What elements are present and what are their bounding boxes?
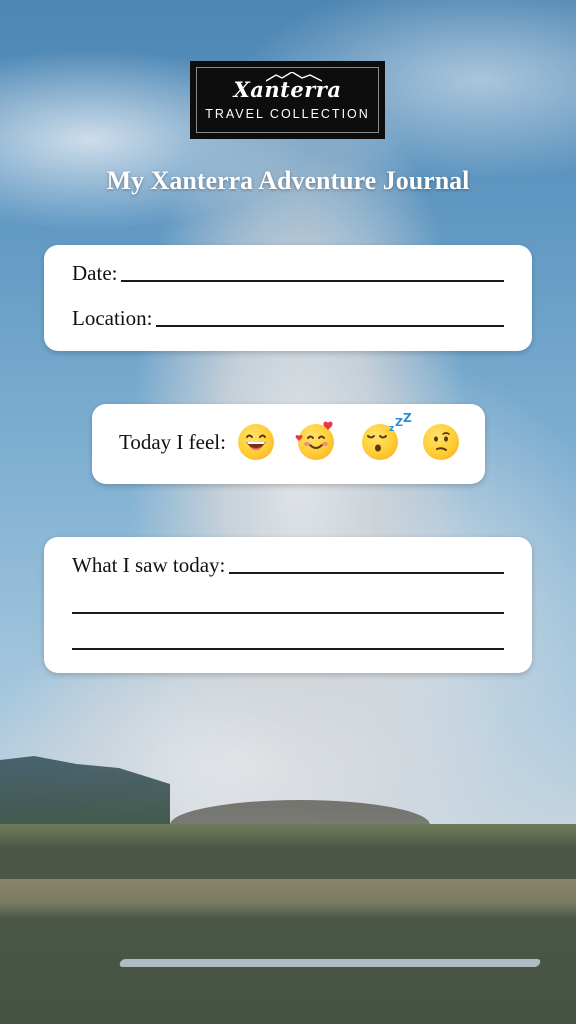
observation-card: What I saw today:: [44, 537, 532, 673]
observation-label: What I saw today:: [72, 553, 226, 577]
smiling-face-with-hearts-icon[interactable]: [295, 421, 334, 460]
info-card: Date: Location:: [44, 245, 532, 351]
mood-card: Today I feel: z Z Z: [92, 404, 485, 484]
location-input-line[interactable]: [156, 325, 504, 327]
location-field[interactable]: Location:: [72, 306, 504, 331]
logo-tagline: TRAVEL COLLECTION: [205, 107, 370, 121]
mountain-icon: [265, 72, 322, 82]
logo-frame: Xanterra TRAVEL COLLECTION: [196, 67, 379, 133]
svg-text:z: z: [389, 424, 394, 434]
background-meadow: [0, 824, 576, 1024]
observation-field[interactable]: What I saw today:: [72, 553, 504, 578]
logo-wordmark: Xanterra: [234, 72, 342, 101]
date-input-line[interactable]: [121, 280, 504, 282]
sleeping-face-icon[interactable]: z Z Z: [362, 412, 412, 460]
date-field[interactable]: Date:: [72, 261, 504, 286]
location-label: Location:: [72, 306, 153, 330]
observation-input-line-1[interactable]: [229, 572, 504, 574]
svg-text:Z: Z: [403, 412, 412, 425]
page-title: My Xanterra Adventure Journal: [106, 166, 470, 195]
date-label: Date:: [72, 261, 118, 285]
mood-label: Today I feel:: [119, 430, 226, 454]
observation-input-line-3[interactable]: [72, 648, 504, 650]
laughing-face-icon[interactable]: [238, 424, 274, 460]
observation-input-line-2[interactable]: [72, 612, 504, 614]
confused-face-icon[interactable]: [423, 424, 459, 460]
svg-text:Z: Z: [395, 416, 403, 429]
xanterra-logo: Xanterra TRAVEL COLLECTION: [190, 61, 385, 139]
